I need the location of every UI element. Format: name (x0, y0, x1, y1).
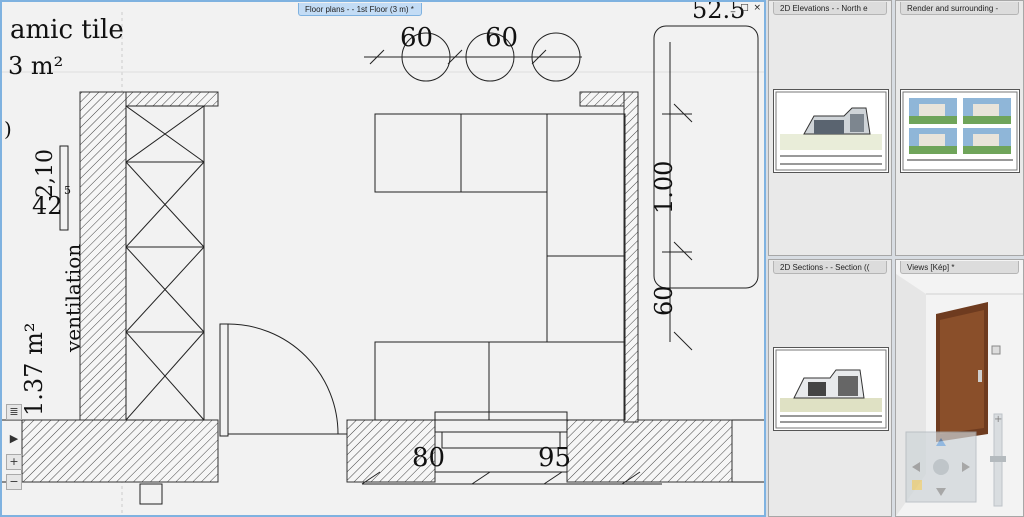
ventilation-label: ventilation (61, 244, 85, 353)
section-thumbnail[interactable] (773, 347, 889, 431)
door-swing (219, 323, 347, 437)
dimension-2-10: 2,10 (33, 149, 58, 198)
elevations-panel[interactable]: 2D Elevations - - North e (768, 0, 892, 256)
dimension-95: 95 (538, 443, 571, 473)
play-icon: ▶ (9, 432, 19, 445)
ceramic-tile-label: amic tile (10, 15, 124, 45)
minus-icon: − (9, 475, 19, 488)
render-panel[interactable]: Render and surrounding - (895, 0, 1024, 256)
tab-2d-sections[interactable]: 2D Sections - - Section (( (773, 261, 887, 274)
dimension-1-00: 1.00 (650, 161, 678, 214)
dimension-circles (364, 32, 582, 82)
window-controls[interactable]: _ □ × (731, 3, 762, 13)
tab-floor-plans[interactable]: Floor plans - - 1st Floor (3 m) * (298, 3, 422, 16)
plus-icon: + (9, 455, 19, 468)
navigation-gizmo[interactable] (905, 431, 977, 503)
views-3d-panel[interactable]: Views [Kép] * + (895, 259, 1024, 517)
layers-toggle-button[interactable]: ≣ (6, 404, 22, 420)
3d-view-canvas[interactable]: + (896, 274, 1023, 516)
zoom-in-button[interactable]: + (6, 454, 22, 470)
tab-2d-elevations[interactable]: 2D Elevations - - North e (773, 2, 887, 15)
balcony-outline (653, 25, 764, 483)
dimension-60-first: 60 (400, 23, 433, 53)
kitchen-cabinets (374, 113, 626, 421)
expand-button[interactable]: ▶ (6, 432, 22, 448)
svg-text:+: + (994, 414, 1002, 425)
render-thumbnail[interactable] (900, 89, 1020, 173)
layers-icon: ≣ (9, 405, 19, 418)
elevation-thumbnail[interactable] (773, 89, 889, 173)
dimension-superscript-5: 5 (64, 184, 71, 197)
main-tab-bar: Floor plans - - 1st Floor (3 m) * _ □ × (2, 2, 764, 16)
dimension-42: 42 (32, 192, 63, 220)
zoom-out-button[interactable]: − (6, 474, 22, 490)
dimension-60-vertical: 60 (650, 285, 678, 316)
dimension-60-second: 60 (485, 23, 518, 53)
floor-plan-canvas[interactable]: amic tile 3 m² ) 2,10 42 5 ventilation 1… (2, 2, 764, 515)
sections-panel[interactable]: 2D Sections - - Section (( (768, 259, 892, 517)
paren-label: ) (4, 117, 12, 141)
area-top-label: 3 m² (8, 52, 63, 80)
floor-plan-view[interactable]: amic tile 3 m² ) 2,10 42 5 ventilation 1… (0, 0, 766, 517)
area-left-label: 1.37 m² (20, 323, 48, 416)
dimension-80: 80 (412, 443, 445, 473)
wardrobe-column (125, 105, 205, 421)
tab-views-kep[interactable]: Views [Kép] * (900, 261, 1019, 274)
tab-render-surrounding[interactable]: Render and surrounding - (900, 2, 1019, 15)
